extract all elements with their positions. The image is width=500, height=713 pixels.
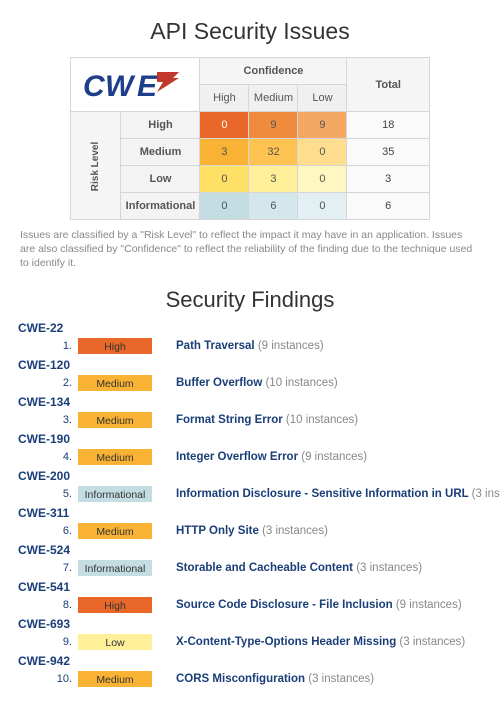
cell-info-low: 0 (298, 193, 347, 220)
finding-title[interactable]: Path Traversal (9 instances) (176, 340, 324, 352)
svg-text:C: C (83, 70, 106, 103)
risk-badge: Medium (78, 523, 152, 539)
finding-count: (3 instances) (356, 562, 422, 574)
cell-low-medium: 3 (249, 166, 298, 193)
finding-title[interactable]: Storable and Cacheable Content (3 instan… (176, 562, 422, 574)
finding-number: 4. (18, 451, 78, 463)
risk-axis-label: Risk Level (71, 112, 121, 220)
risk-badge: Informational (78, 560, 152, 576)
finding-row: 6.Medium HTTP Only Site (3 instances) (18, 522, 482, 540)
cell-low-high: 0 (200, 166, 249, 193)
finding-number: 2. (18, 377, 78, 389)
finding-count: (10 instances) (265, 377, 337, 389)
finding-count: (3 instances) (262, 525, 328, 537)
findings-title: Security Findings (18, 287, 482, 313)
row-info-label: Informational (121, 193, 200, 220)
risk-badge: Medium (78, 375, 152, 391)
finding-count: (3 instances) (399, 636, 465, 648)
finding-number: 6. (18, 525, 78, 537)
cell-high-high: 0 (200, 112, 249, 139)
finding-row: 4.Medium Integer Overflow Error (9 instan… (18, 448, 482, 466)
cwe-id: CWE-134 (18, 395, 482, 409)
finding-row: 2.Medium Buffer Overflow (10 instances) (18, 374, 482, 392)
row-high-label: High (121, 112, 200, 139)
finding-row: 3.Medium Format String Error (10 instance… (18, 411, 482, 429)
cell-medium-medium: 32 (249, 139, 298, 166)
finding-count: (3 instances) (308, 673, 374, 685)
cwe-id: CWE-541 (18, 580, 482, 594)
cwe-logo: C W E (71, 58, 200, 112)
risk-badge: High (78, 338, 152, 354)
finding-number: 10. (18, 673, 78, 685)
risk-badge: Medium (78, 449, 152, 465)
cwe-id: CWE-22 (18, 321, 482, 335)
cwe-logo-icon: C W E (83, 66, 187, 104)
risk-badge: Low (78, 634, 152, 650)
finding-number: 8. (18, 599, 78, 611)
cwe-id: CWE-311 (18, 506, 482, 520)
finding-count: (9 instances) (301, 451, 367, 463)
cwe-id: CWE-942 (18, 654, 482, 668)
cell-high-total: 18 (347, 112, 430, 139)
risk-badge: Medium (78, 671, 152, 687)
col-medium-header: Medium (249, 85, 298, 112)
finding-title[interactable]: CORS Misconfiguration (3 instances) (176, 673, 374, 685)
finding-row: 5.InformationalInformation Disclosure - … (18, 485, 482, 503)
cell-high-medium: 9 (249, 112, 298, 139)
finding-number: 5. (18, 488, 78, 500)
finding-title[interactable]: Format String Error (10 instances) (176, 414, 358, 426)
finding-number: 9. (18, 636, 78, 648)
cell-info-medium: 6 (249, 193, 298, 220)
finding-number: 3. (18, 414, 78, 426)
finding-count: (3 instances) (472, 488, 500, 500)
risk-badge: High (78, 597, 152, 613)
finding-row: 9.Low X-Content-Type-Options Header Missi… (18, 633, 482, 651)
cell-medium-total: 35 (347, 139, 430, 166)
cell-info-total: 6 (347, 193, 430, 220)
cell-medium-high: 3 (200, 139, 249, 166)
svg-text:E: E (137, 70, 158, 103)
finding-row: 1.High Path Traversal (9 instances) (18, 337, 482, 355)
finding-number: 1. (18, 340, 78, 352)
svg-text:W: W (105, 70, 136, 103)
cwe-id: CWE-120 (18, 358, 482, 372)
finding-row: 10.Medium CORS Misconfiguration (3 instan… (18, 670, 482, 688)
finding-count: (10 instances) (286, 414, 358, 426)
col-low-header: Low (298, 85, 347, 112)
finding-title[interactable]: Source Code Disclosure - File Inclusion … (176, 599, 462, 611)
cwe-id: CWE-200 (18, 469, 482, 483)
finding-count: (9 instances) (396, 599, 462, 611)
risk-confidence-matrix: C W E Confidence Total High Medium Low R… (70, 57, 430, 220)
finding-title[interactable]: Integer Overflow Error (9 instances) (176, 451, 367, 463)
finding-number: 7. (18, 562, 78, 574)
page-title: API Security Issues (18, 18, 482, 45)
risk-badge: Medium (78, 412, 152, 428)
cell-low-total: 3 (347, 166, 430, 193)
cell-medium-low: 0 (298, 139, 347, 166)
cell-low-low: 0 (298, 166, 347, 193)
cell-info-high: 0 (200, 193, 249, 220)
col-total-header: Total (347, 58, 430, 112)
cwe-id: CWE-524 (18, 543, 482, 557)
cwe-id: CWE-693 (18, 617, 482, 631)
finding-title[interactable]: HTTP Only Site (3 instances) (176, 525, 328, 537)
cwe-id: CWE-190 (18, 432, 482, 446)
col-high-header: High (200, 85, 249, 112)
confidence-axis-label: Confidence (200, 58, 347, 85)
findings-list: CWE-221.HighPath Traversal (9 instances)… (18, 321, 482, 688)
finding-title[interactable]: Buffer Overflow (10 instances) (176, 377, 338, 389)
finding-count: (9 instances) (258, 340, 324, 352)
finding-row: 7.Informational Storable and Cacheable Co… (18, 559, 482, 577)
finding-title[interactable]: X-Content-Type-Options Header Missing (3… (176, 636, 465, 648)
risk-badge: Informational (78, 486, 152, 502)
row-low-label: Low (121, 166, 200, 193)
row-medium-label: Medium (121, 139, 200, 166)
matrix-caption: Issues are classified by a "Risk Level" … (20, 228, 480, 271)
cell-high-low: 9 (298, 112, 347, 139)
finding-title[interactable]: Information Disclosure - Sensitive Infor… (176, 488, 500, 500)
